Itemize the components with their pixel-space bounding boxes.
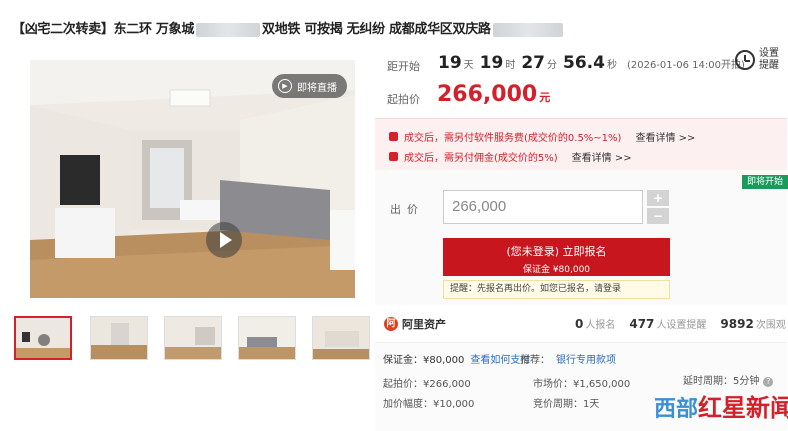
fee-icon	[389, 152, 398, 161]
recommend-label: 推荐：	[520, 355, 550, 366]
increase-bid-button[interactable]: +	[647, 190, 669, 206]
countdown-days: 19	[438, 53, 462, 73]
stat-label: 次围观	[755, 320, 786, 331]
fee-icon	[389, 132, 398, 141]
redacted-block	[196, 22, 261, 37]
stat-label: 人设置提醒	[656, 320, 707, 331]
thumbnail-1[interactable]	[14, 316, 72, 360]
thumbnail-image	[313, 317, 369, 359]
auction-start-time: (2026-01-06 14:00开拍)	[626, 60, 745, 71]
fee-text: 成交后，需另付佣金(成交价的5%)	[404, 153, 558, 164]
stat-label: 人报名	[585, 320, 616, 331]
brand-logo-icon: 阿	[384, 317, 398, 331]
thumbnail-3[interactable]	[164, 316, 222, 360]
help-icon[interactable]: ?	[763, 377, 774, 387]
platform-brand[interactable]: 阿 阿里资产	[384, 316, 446, 332]
countdown-label: 距开始	[387, 60, 420, 73]
listing-title: 【凶宅二次转卖】东二环 万象城 双地铁 可按揭 无纠纷 成都成华区双庆路	[12, 18, 612, 40]
stat-value: 477	[629, 317, 655, 331]
countdown-days-unit: 天	[463, 60, 474, 71]
title-part1: 【凶宅二次转卖】东二环 万象城	[12, 22, 195, 37]
decrease-bid-button[interactable]: −	[647, 208, 669, 224]
fee-details-link[interactable]: 查看详情 >>	[572, 149, 632, 164]
deposit-info: 保证金：¥80,000 查看如何支付	[383, 351, 530, 366]
thumbnail-strip	[14, 316, 374, 364]
bid-amount-input[interactable]: 266,000	[443, 190, 643, 224]
delay-period-value: 延时周期：5分钟	[683, 376, 760, 387]
bid-label: 出价	[390, 203, 424, 216]
thumbnail-5[interactable]	[312, 316, 370, 360]
alarm-clock-icon	[735, 50, 755, 70]
news-watermark: 西部红星新闻	[654, 388, 788, 423]
stat-reminders: 477 人设置提醒	[629, 316, 706, 331]
countdown-seconds-unit: 秒	[606, 60, 617, 71]
thumbnail-image	[239, 317, 295, 359]
bank-payment-link[interactable]: 银行专用款项	[556, 355, 616, 366]
thumbnail-image	[91, 317, 147, 359]
fee-text: 成交后，需另付软件服务费(成交价的0.5%~1%)	[404, 133, 622, 144]
main-photo[interactable]: ▶ 即将直播	[30, 60, 355, 298]
set-reminder-label: 设置提醒	[759, 48, 779, 71]
watermark-part2: 红星新闻	[698, 393, 788, 422]
stat-signups: 0 人报名	[575, 316, 615, 331]
increment-info: 加价幅度：¥10,000	[383, 399, 475, 410]
countdown-minutes: 27	[521, 53, 546, 73]
stat-value: 0	[575, 317, 584, 331]
countdown-hours-unit: 时	[505, 60, 516, 71]
start-price: 266,000 元	[437, 82, 550, 107]
fee-notice-panel: 成交后，需另付软件服务费(成交价的0.5%~1%) 查看详情 >> 成交后，需另…	[375, 118, 787, 170]
deposit-value: 保证金：¥80,000	[383, 355, 465, 366]
redacted-block	[492, 22, 563, 37]
stat-value: 9892	[720, 317, 754, 331]
mini-play-icon	[38, 334, 50, 346]
fee-notice-row: 成交后，需另付佣金(成交价的5%) 查看详情 >>	[389, 149, 632, 164]
thumbnail-2[interactable]	[90, 316, 148, 360]
countdown-timer: 19 天 19 时 27 分 56.4 秒 (2026-01-06 14:00开…	[438, 53, 745, 73]
currency-unit: 元	[539, 91, 551, 104]
live-icon: ▶	[278, 79, 292, 93]
play-video-button[interactable]	[206, 222, 242, 258]
live-label: 即将直播	[297, 82, 337, 94]
set-reminder-button[interactable]: 设置提醒	[735, 48, 781, 72]
signup-button[interactable]: (您未登录) 立即报名 保证金 ¥80,000	[443, 238, 670, 276]
recommend-info: 推荐： 银行专用款项	[520, 351, 616, 366]
watermark-part1: 西部	[654, 396, 699, 422]
stat-views: 9892 次围观	[720, 316, 785, 331]
countdown-seconds: 56.4	[563, 53, 605, 73]
start-price-label: 起拍价	[387, 93, 420, 106]
thumbnail-image	[165, 317, 221, 359]
market-price-info: 市场价：¥1,650,000	[533, 379, 631, 390]
signup-deposit-label: 保证金 ¥80,000	[522, 265, 591, 275]
bidding-period-info: 竞价周期：1天	[533, 399, 600, 410]
bid-stepper: + −	[647, 190, 669, 224]
signup-button-label: (您未登录) 立即报名	[506, 245, 607, 258]
delay-period-info: 延时周期：5分钟?	[683, 372, 774, 387]
start-price-value: 266,000	[437, 82, 538, 107]
start-price-info: 起拍价：¥266,000	[383, 379, 471, 390]
countdown-minutes-unit: 分	[547, 60, 558, 71]
thumbnail-4[interactable]	[238, 316, 296, 360]
auction-stats: 0 人报名 477 人设置提醒 9892 次围观	[575, 316, 786, 331]
fee-details-link[interactable]: 查看详情 >>	[635, 129, 695, 144]
status-badge: 即将开始	[742, 175, 788, 189]
live-badge[interactable]: ▶ 即将直播	[272, 74, 347, 98]
countdown-hours: 19	[479, 53, 504, 73]
title-part2: 双地铁 可按揭 无纠纷 成都成华区双庆路	[262, 22, 491, 37]
signup-hint: 提醒：先报名再出价。如您已报名，请登录	[443, 280, 670, 299]
brand-name: 阿里资产	[402, 318, 446, 331]
fee-notice-row: 成交后，需另付软件服务费(成交价的0.5%~1%) 查看详情 >>	[389, 129, 695, 144]
